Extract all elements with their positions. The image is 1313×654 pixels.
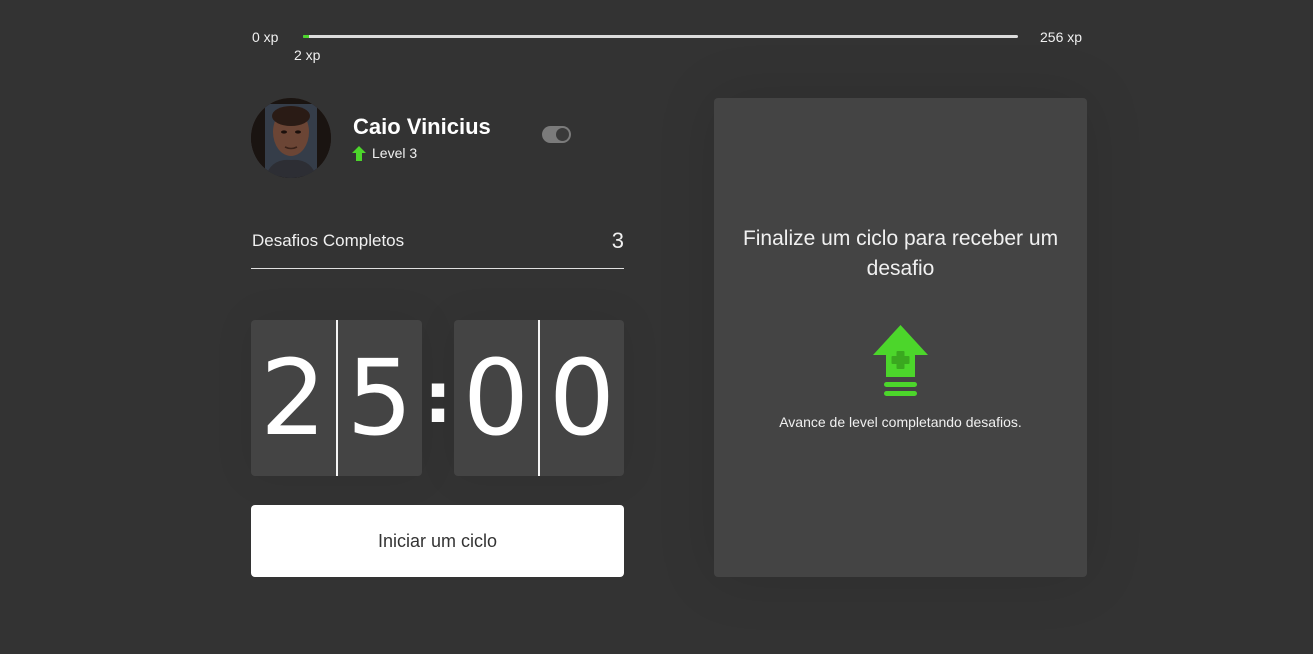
challenge-panel: Finalize um ciclo para receber um desafi…: [714, 98, 1087, 577]
countdown-separator: :: [424, 357, 452, 439]
xp-max-label: 256 xp: [1040, 29, 1083, 45]
minutes-tens-digit: 2: [260, 337, 327, 459]
xp-progress-bar: [303, 35, 1018, 38]
minutes-display: 2 5: [251, 320, 422, 476]
countdown: 2 5 : 0 0: [251, 320, 624, 476]
completed-challenges-count: 3: [611, 228, 624, 253]
level-up-arrow-icon: [352, 145, 366, 161]
profile-name: Caio Vinicius: [353, 114, 491, 139]
minutes-ones-digit: 5: [346, 337, 413, 459]
challenge-panel-description: Avance de level completando desafios.: [779, 414, 1022, 430]
level-up-icon: [873, 325, 928, 396]
toggle-knob: [556, 128, 569, 141]
completed-challenges-label: Desafios Completos: [252, 231, 405, 250]
seconds-display: 0 0: [454, 320, 624, 476]
challenge-panel-title: Finalize um ciclo para receber um desafi…: [742, 227, 1059, 280]
xp-min-label: 0 xp: [252, 29, 279, 45]
page: 0 xp 2 xp 256 xp Caio Vinicius Level 3 D…: [0, 0, 1313, 654]
seconds-tens-digit: 0: [462, 337, 530, 459]
start-cycle-button[interactable]: Iniciar um ciclo: [251, 505, 624, 577]
completed-challenges: Desafios Completos 3: [251, 226, 624, 269]
theme-toggle[interactable]: [542, 126, 571, 143]
seconds-ones-digit: 0: [548, 337, 616, 459]
level-label: Level 3: [372, 145, 418, 161]
level-row: Level 3: [352, 145, 417, 161]
xp-progress-fill: [303, 35, 309, 38]
avatar: [251, 98, 331, 178]
avatar-photo: [251, 98, 331, 178]
xp-current-label: 2 xp: [294, 47, 321, 63]
